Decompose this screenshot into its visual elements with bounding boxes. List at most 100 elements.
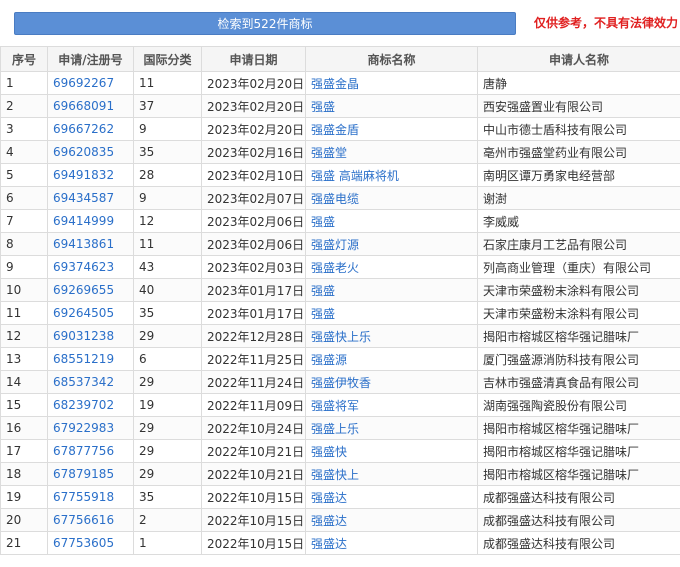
mark-name-link[interactable]: 强盛 [305, 278, 478, 302]
mark-name-link[interactable]: 强盛快上乐 [305, 324, 478, 348]
reg-number-link[interactable]: 67877756 [47, 439, 134, 463]
reg-number-link[interactable]: 69667262 [47, 117, 134, 141]
row-index: 10 [0, 278, 48, 302]
class-cell: 11 [133, 232, 202, 256]
table-row: 3 69667262 9 2023年02月20日 强盛金盾 中山市德士盾科技有限公司 [0, 117, 680, 141]
mark-name-link[interactable]: 强盛达 [305, 531, 478, 555]
date-cell: 2023年02月20日 [201, 117, 306, 141]
class-cell: 28 [133, 163, 202, 187]
reg-number-link[interactable]: 67879185 [47, 462, 134, 486]
row-index: 2 [0, 94, 48, 118]
applicant-cell: 揭阳市榕城区榕华强记腊味厂 [477, 462, 680, 486]
row-index: 4 [0, 140, 48, 164]
class-cell: 9 [133, 117, 202, 141]
date-cell: 2022年10月21日 [201, 439, 306, 463]
mark-name-link[interactable]: 强盛达 [305, 485, 478, 509]
date-cell: 2022年12月28日 [201, 324, 306, 348]
applicant-cell: 揭阳市榕城区榕华强记腊味厂 [477, 324, 680, 348]
applicant-cell: 谢澍 [477, 186, 680, 210]
table-row: 5 69491832 28 2023年02月10日 强盛 高端麻将机 南明区谭万勇家电经营… [0, 163, 680, 187]
row-index: 21 [0, 531, 48, 555]
column-header-reg-no: 申请/注册号 [47, 46, 134, 72]
row-index: 18 [0, 462, 48, 486]
reg-number-link[interactable]: 67753605 [47, 531, 134, 555]
applicant-cell: 天津市荣盛粉末涂料有限公司 [477, 301, 680, 325]
mark-name-link[interactable]: 强盛上乐 [305, 416, 478, 440]
applicant-cell: 吉林市强盛清真食品有限公司 [477, 370, 680, 394]
date-cell: 2023年02月06日 [201, 209, 306, 233]
class-cell: 2 [133, 508, 202, 532]
reg-number-link[interactable]: 68537342 [47, 370, 134, 394]
reg-number-link[interactable]: 69692267 [47, 71, 134, 95]
reg-number-link[interactable]: 67756616 [47, 508, 134, 532]
date-cell: 2023年02月03日 [201, 255, 306, 279]
table-row: 4 69620835 35 2023年02月16日 强盛堂 亳州市强盛堂药业有限公司 [0, 140, 680, 164]
mark-name-link[interactable]: 强盛达 [305, 508, 478, 532]
applicant-cell: 成都强盛达科技有限公司 [477, 531, 680, 555]
reg-number-link[interactable]: 69414999 [47, 209, 134, 233]
reg-number-link[interactable]: 69413861 [47, 232, 134, 256]
column-header-class: 国际分类 [133, 46, 202, 72]
reg-number-link[interactable]: 69374623 [47, 255, 134, 279]
mark-name-link[interactable]: 强盛堂 [305, 140, 478, 164]
reg-number-link[interactable]: 69264505 [47, 301, 134, 325]
mark-name-link[interactable]: 强盛快 [305, 439, 478, 463]
row-index: 20 [0, 508, 48, 532]
mark-name-link[interactable]: 强盛 [305, 209, 478, 233]
class-cell: 35 [133, 301, 202, 325]
reg-number-link[interactable]: 69269655 [47, 278, 134, 302]
class-cell: 29 [133, 439, 202, 463]
row-index: 5 [0, 163, 48, 187]
reg-number-link[interactable]: 68551219 [47, 347, 134, 371]
mark-name-link[interactable]: 强盛 高端麻将机 [305, 163, 478, 187]
table-row: 19 67755918 35 2022年10月15日 强盛达 成都强盛达科技有限公司 [0, 485, 680, 509]
date-cell: 2023年02月07日 [201, 186, 306, 210]
row-index: 8 [0, 232, 48, 256]
mark-name-link[interactable]: 强盛伊牧香 [305, 370, 478, 394]
class-cell: 40 [133, 278, 202, 302]
mark-name-link[interactable]: 强盛将军 [305, 393, 478, 417]
reg-number-link[interactable]: 69668091 [47, 94, 134, 118]
row-index: 14 [0, 370, 48, 394]
row-index: 17 [0, 439, 48, 463]
date-cell: 2022年10月21日 [201, 462, 306, 486]
reg-number-link[interactable]: 69620835 [47, 140, 134, 164]
table-row: 9 69374623 43 2023年02月03日 强盛老火 列高商业管理（重庆）有限公司 [0, 255, 680, 279]
mark-name-link[interactable]: 强盛灯源 [305, 232, 478, 256]
row-index: 3 [0, 117, 48, 141]
reg-number-link[interactable]: 67755918 [47, 485, 134, 509]
row-index: 9 [0, 255, 48, 279]
mark-name-link[interactable]: 强盛源 [305, 347, 478, 371]
mark-name-link[interactable]: 强盛老火 [305, 255, 478, 279]
reg-number-link[interactable]: 68239702 [47, 393, 134, 417]
table-row: 11 69264505 35 2023年01月17日 强盛 天津市荣盛粉末涂料有限公司 [0, 301, 680, 325]
column-header-index: 序号 [0, 46, 48, 72]
applicant-cell: 天津市荣盛粉末涂料有限公司 [477, 278, 680, 302]
mark-name-link[interactable]: 强盛电缆 [305, 186, 478, 210]
applicant-cell: 南明区谭万勇家电经营部 [477, 163, 680, 187]
class-cell: 35 [133, 140, 202, 164]
date-cell: 2022年10月15日 [201, 485, 306, 509]
date-cell: 2022年11月25日 [201, 347, 306, 371]
reg-number-link[interactable]: 67922983 [47, 416, 134, 440]
mark-name-link[interactable]: 强盛 [305, 301, 478, 325]
table-row: 12 69031238 29 2022年12月28日 强盛快上乐 揭阳市榕城区榕华强记腊味… [0, 324, 680, 348]
reg-number-link[interactable]: 69434587 [47, 186, 134, 210]
row-index: 15 [0, 393, 48, 417]
reg-number-link[interactable]: 69031238 [47, 324, 134, 348]
trademark-results-table: 序号 申请/注册号 国际分类 申请日期 商标名称 申请人名称 1 69692267… [0, 46, 680, 555]
disclaimer-text: 仅供参考，不具有法律效力 [534, 16, 679, 30]
column-header-date: 申请日期 [201, 46, 306, 72]
search-result-button[interactable]: 检索到522件商标 [14, 12, 516, 35]
mark-name-link[interactable]: 强盛金晶 [305, 71, 478, 95]
table-row: 1 69692267 11 2023年02月20日 强盛金晶 唐静 [0, 71, 680, 95]
mark-name-link[interactable]: 强盛金盾 [305, 117, 478, 141]
table-row: 8 69413861 11 2023年02月06日 强盛灯源 石家庄康月工艺品有限公司 [0, 232, 680, 256]
row-index: 19 [0, 485, 48, 509]
mark-name-link[interactable]: 强盛快上 [305, 462, 478, 486]
table-row: 21 67753605 1 2022年10月15日 强盛达 成都强盛达科技有限公司 [0, 531, 680, 555]
table-row: 7 69414999 12 2023年02月06日 强盛 李威威 [0, 209, 680, 233]
mark-name-link[interactable]: 强盛 [305, 94, 478, 118]
class-cell: 11 [133, 71, 202, 95]
reg-number-link[interactable]: 69491832 [47, 163, 134, 187]
